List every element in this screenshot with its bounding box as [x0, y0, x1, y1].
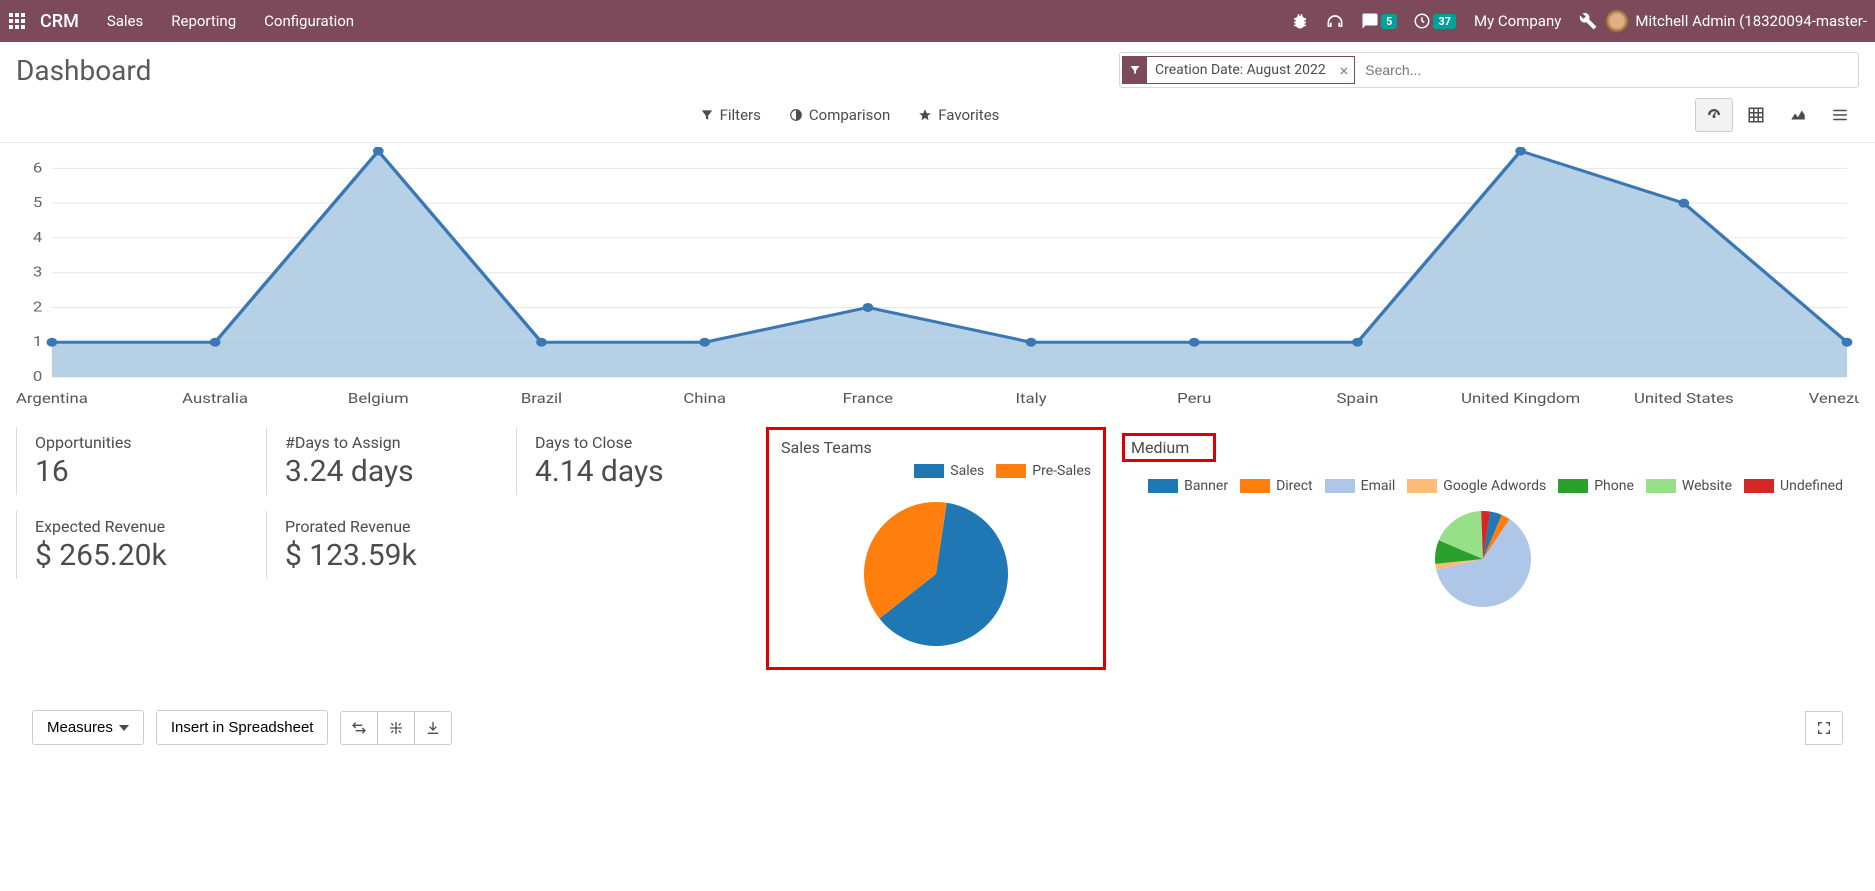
svg-text:Argentina: Argentina — [16, 390, 88, 406]
comparison-label: Comparison — [809, 106, 890, 124]
activities-icon[interactable]: 37 — [1413, 12, 1456, 30]
app-brand[interactable]: CRM — [40, 11, 79, 32]
legend-item[interactable]: Direct — [1240, 478, 1313, 494]
svg-text:United Kingdom: United Kingdom — [1461, 390, 1580, 406]
svg-text:Italy: Italy — [1015, 390, 1047, 406]
kpi-days-to-assign: #Days to Assign 3.24 days — [266, 427, 516, 495]
list-view-button[interactable] — [1821, 98, 1859, 132]
legend-item[interactable]: Email — [1325, 478, 1396, 494]
nav-link-reporting[interactable]: Reporting — [171, 12, 236, 30]
company-selector[interactable]: My Company — [1474, 12, 1561, 30]
user-avatar[interactable] — [1605, 9, 1629, 33]
legend-item[interactable]: Website — [1646, 478, 1732, 494]
insert-spreadsheet-label: Insert in Spreadsheet — [171, 719, 314, 736]
kpi-days-to-close-value: 4.14 days — [535, 454, 748, 489]
legend-item[interactable]: Undefined — [1744, 478, 1843, 494]
svg-text:United States: United States — [1634, 390, 1734, 406]
svg-text:Brazil: Brazil — [521, 390, 562, 406]
support-icon[interactable] — [1325, 11, 1345, 31]
legend-item[interactable]: Banner — [1148, 478, 1228, 494]
nav-link-configuration[interactable]: Configuration — [264, 12, 354, 30]
filters-button[interactable]: Filters — [700, 106, 761, 124]
legend-item[interactable]: Google Adwords — [1407, 478, 1546, 494]
svg-text:3: 3 — [33, 264, 42, 280]
filter-icon — [1123, 57, 1147, 83]
legend-item[interactable]: Pre-Sales — [996, 463, 1091, 479]
sales-teams-pie — [781, 479, 1091, 649]
legend-item[interactable]: Sales — [914, 463, 984, 479]
user-name[interactable]: Mitchell Admin (18320094-master- — [1635, 12, 1867, 30]
measures-button[interactable]: Measures — [32, 710, 144, 745]
caret-down-icon — [119, 723, 129, 733]
kpi-opportunities-value: 16 — [35, 454, 248, 489]
svg-text:Belgium: Belgium — [348, 390, 409, 406]
search-bar[interactable]: Creation Date: August 2022 × — [1119, 52, 1859, 88]
area-chart: 0 1 2 3 4 5 6 Argentina Australia Belgium Brazil Ch… — [16, 147, 1859, 417]
dashboard-view-button[interactable] — [1695, 98, 1733, 132]
fullscreen-button[interactable] — [1805, 711, 1843, 745]
svg-text:1: 1 — [33, 334, 42, 350]
messaging-badge: 5 — [1381, 14, 1397, 29]
sales-teams-card: Sales Teams Sales Pre-Sales — [766, 427, 1106, 670]
kpi-days-to-close-label: Days to Close — [535, 433, 748, 452]
kpi-days-to-assign-value: 3.24 days — [285, 454, 498, 489]
control-panel: Dashboard Creation Date: August 2022 × F… — [0, 42, 1875, 143]
kpi-expected-revenue: Expected Revenue $ 265.20k — [16, 511, 266, 579]
medium-pie — [1398, 494, 1568, 614]
kpi-opportunities: Opportunities 16 — [16, 427, 266, 495]
svg-text:5: 5 — [33, 194, 43, 210]
filters-label: Filters — [720, 106, 761, 124]
graph-view-button[interactable] — [1779, 98, 1817, 132]
page-title: Dashboard — [16, 54, 1119, 87]
legend-item[interactable]: Phone — [1558, 478, 1634, 494]
svg-text:4: 4 — [33, 229, 43, 245]
kpi-days-to-close: Days to Close 4.14 days — [516, 427, 766, 495]
kpi-prorated-revenue: Prorated Revenue $ 123.59k — [266, 511, 516, 579]
kpi-days-to-assign-label: #Days to Assign — [285, 433, 498, 452]
medium-card: Medium Banner Direct Email Google Adwords Ph… — [1106, 427, 1859, 670]
kpi-expected-revenue-value: $ 265.20k — [35, 538, 248, 573]
download-button[interactable] — [415, 711, 452, 745]
kpi-prorated-revenue-value: $ 123.59k — [285, 538, 498, 573]
top-navbar: CRM Sales Reporting Configuration 5 37 M… — [0, 0, 1875, 42]
svg-text:2: 2 — [33, 299, 43, 315]
favorites-button[interactable]: Favorites — [918, 106, 999, 124]
kpi-opportunities-label: Opportunities — [35, 433, 248, 452]
comparison-button[interactable]: Comparison — [789, 106, 890, 124]
expand-button[interactable] — [378, 711, 415, 745]
flip-axis-button[interactable] — [340, 711, 378, 745]
sales-teams-title: Sales Teams — [781, 438, 1091, 457]
pivot-view-button[interactable] — [1737, 98, 1775, 132]
favorites-label: Favorites — [938, 106, 999, 124]
insert-spreadsheet-button[interactable]: Insert in Spreadsheet — [156, 710, 329, 745]
svg-text:China: China — [683, 390, 726, 406]
svg-text:Venezuela: Venezuela — [1809, 390, 1859, 406]
kpi-expected-revenue-label: Expected Revenue — [35, 517, 248, 536]
measures-label: Measures — [47, 719, 113, 736]
facet-label: Creation Date: August 2022 — [1147, 62, 1334, 78]
activities-badge: 37 — [1433, 14, 1456, 29]
search-input[interactable] — [1357, 56, 1858, 84]
kpi-prorated-revenue-label: Prorated Revenue — [285, 517, 498, 536]
svg-text:Peru: Peru — [1177, 390, 1211, 406]
settings-icon[interactable] — [1579, 12, 1597, 30]
bug-icon[interactable] — [1291, 12, 1309, 30]
svg-text:Australia: Australia — [182, 390, 248, 406]
svg-text:0: 0 — [33, 368, 42, 384]
svg-text:6: 6 — [33, 160, 42, 176]
nav-link-sales[interactable]: Sales — [107, 12, 143, 30]
search-facet: Creation Date: August 2022 × — [1122, 56, 1355, 84]
medium-title: Medium — [1122, 433, 1216, 462]
svg-text:France: France — [843, 390, 893, 406]
messaging-icon[interactable]: 5 — [1361, 12, 1397, 30]
svg-text:Spain: Spain — [1337, 390, 1379, 406]
apps-grid-icon[interactable] — [8, 12, 26, 30]
facet-remove-button[interactable]: × — [1334, 61, 1355, 80]
